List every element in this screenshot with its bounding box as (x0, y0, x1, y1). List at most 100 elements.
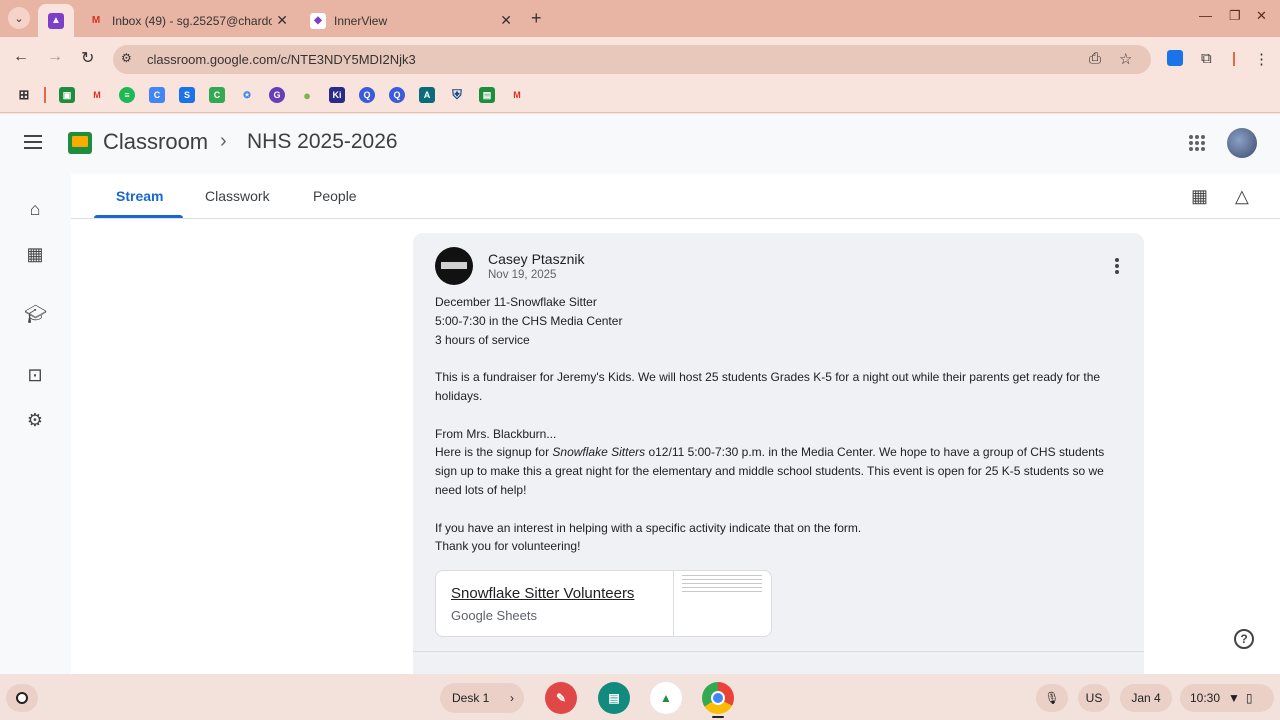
post-line: December 11-Snowflake Sitter (435, 295, 597, 309)
q-bookmark-icon[interactable]: Q (359, 87, 375, 103)
classroom-app: Classroom › NHS 2025-2026 ⌂ ▦ 🎓︎ ⊡ ⚙ Str… (0, 114, 1280, 674)
active-app-indicator (712, 716, 724, 718)
input-method[interactable]: US (1078, 684, 1110, 712)
g-bookmark-icon[interactable]: G (269, 87, 285, 103)
post-line: 5:00-7:30 in the CHS Media Center (435, 313, 623, 328)
app-header: Classroom › NHS 2025-2026 (0, 114, 1280, 174)
chrome-app-icon[interactable] (702, 682, 734, 714)
spotify-bookmark-icon[interactable]: ≡ (119, 87, 135, 103)
close-tab-icon[interactable]: ✕ (500, 12, 512, 29)
tab-classwork[interactable]: Classwork (205, 188, 270, 204)
more-options-icon[interactable] (1115, 258, 1119, 274)
microphone-icon[interactable]: 🎙︎ (1036, 684, 1068, 712)
settings-icon[interactable]: ⚙ (24, 410, 46, 431)
post-line: 3 hours of service (435, 332, 530, 347)
attachment-card[interactable]: Snowflake Sitter Volunteers Google Sheet… (435, 570, 772, 637)
canvas-app-icon[interactable]: ✎ (545, 682, 577, 714)
author-avatar (435, 247, 473, 285)
s-bookmark-icon[interactable]: S (179, 87, 195, 103)
desk-switcher[interactable]: Desk 1 › (440, 683, 524, 713)
chevron-right-icon: › (220, 130, 227, 152)
attachment-type: Google Sheets (451, 608, 538, 623)
tab-people[interactable]: People (313, 188, 357, 204)
status-tray[interactable]: 10:30 ▼ ▯ (1180, 684, 1274, 712)
c-green-bookmark-icon[interactable]: C (209, 87, 225, 103)
date-tray[interactable]: Jan 4 (1120, 684, 1172, 712)
side-rail: ⌂ ▦ 🎓︎ ⊡ ⚙ (0, 174, 70, 674)
shield-bookmark-icon[interactable]: ⛨ (449, 87, 465, 103)
tab-stream[interactable]: Stream (116, 188, 163, 204)
google-apps-icon[interactable] (1189, 135, 1205, 151)
post-line: Thank you for volunteering! (435, 539, 581, 554)
restore-icon[interactable]: ❐ (1229, 8, 1241, 24)
a-bookmark-icon[interactable]: A (419, 87, 435, 103)
forward-icon[interactable]: → (47, 48, 63, 66)
tab-strip: ⌄ ▲ M Inbox (49) - sg.25257@chardo ✕ ◆ I… (0, 0, 1280, 37)
attachment-thumbnail[interactable] (673, 571, 772, 636)
wifi-icon: ▼ (1228, 691, 1240, 705)
ki-bookmark-icon[interactable]: Ki (329, 87, 345, 103)
url-text[interactable]: classroom.google.com/c/NTE3NDY5MDI2Njk3 (147, 52, 416, 67)
tab-title: InnerView (334, 13, 388, 28)
tab-search-dropdown-icon[interactable]: ⌄ (8, 7, 30, 29)
classroom-app-icon[interactable]: ▤ (598, 682, 630, 714)
launcher-icon[interactable] (6, 684, 38, 712)
attachment-title[interactable]: Snowflake Sitter Volunteers (451, 585, 634, 602)
sense-bookmark-icon[interactable]: ✪ (239, 87, 255, 103)
tab-classroom[interactable]: ▲ (38, 4, 74, 37)
main-menu-icon[interactable] (24, 135, 42, 149)
home-icon[interactable]: ⌂ (24, 199, 46, 220)
pear-bookmark-icon[interactable]: ● (299, 87, 315, 103)
back-icon[interactable]: ← (13, 48, 29, 66)
enrolled-classes-icon[interactable]: 🎓︎ (24, 304, 47, 325)
google-drive-icon[interactable]: △ (1235, 186, 1249, 207)
date-label: Jan 4 (1131, 691, 1161, 705)
battery-icon: ▯ (1245, 691, 1253, 705)
help-icon[interactable]: ? (1234, 629, 1254, 649)
archive-icon[interactable]: ⊡ (24, 365, 46, 386)
tab-innerview[interactable]: ◆ InnerView ✕ (310, 4, 522, 37)
google-drive-app-icon[interactable]: ▲ (650, 682, 682, 714)
c-bookmark-icon[interactable]: C (149, 87, 165, 103)
separator (44, 87, 46, 103)
book-bookmark-icon[interactable]: ▤ (479, 87, 495, 103)
classroom-bookmark-icon[interactable]: ▣ (59, 87, 75, 103)
class-tabs: Stream Classwork People ▦ △ (71, 174, 1280, 219)
q2-bookmark-icon[interactable]: Q (389, 87, 405, 103)
close-window-icon[interactable]: ✕ (1256, 8, 1267, 24)
apps-grid-bookmark-icon[interactable]: ⊞ (16, 87, 32, 103)
app-title[interactable]: Classroom (103, 129, 208, 155)
tab-inbox[interactable]: M Inbox (49) - sg.25257@chardo ✕ (88, 4, 298, 37)
event-name: Snowflake Sitters (552, 445, 646, 460)
site-info-icon[interactable]: ⚙ (121, 51, 132, 65)
classroom-logo-icon (68, 132, 92, 154)
classroom-favicon-icon: ▲ (48, 12, 64, 29)
new-tab-icon[interactable]: + (531, 8, 542, 29)
install-app-icon[interactable]: ⎙ (1089, 50, 1101, 67)
gmail2-bookmark-icon[interactable]: M (509, 87, 525, 103)
calendar-icon[interactable]: ▦ (1191, 186, 1208, 207)
gmail-bookmark-icon[interactable]: M (89, 87, 105, 103)
locale-label: US (1085, 691, 1103, 705)
profile-extension-icon[interactable] (1167, 50, 1183, 66)
reload-icon[interactable]: ↻ (81, 48, 94, 68)
menu-icon[interactable]: ⋮ (1254, 50, 1269, 68)
post-body: December 11-Snowflake Sitter 5:00-7:30 i… (435, 293, 1125, 556)
time-label: 10:30 (1190, 691, 1221, 705)
post-line: If you have an interest in helping with … (435, 520, 862, 535)
close-tab-icon[interactable]: ✕ (276, 12, 288, 29)
minimize-icon[interactable]: — (1199, 8, 1212, 23)
extensions-icon[interactable]: ⧉ (1201, 50, 1212, 67)
innerview-favicon-icon: ◆ (310, 12, 326, 29)
calendar-icon[interactable]: ▦ (24, 244, 46, 265)
announcement-card: Casey Ptasznik Nov 19, 2025 December 11-… (413, 233, 1144, 674)
address-bar[interactable]: ⚙ classroom.google.com/c/NTE3NDY5MDI2Njk… (113, 45, 1151, 74)
avatar[interactable] (1227, 128, 1257, 158)
class-title[interactable]: NHS 2025-2026 (247, 130, 398, 154)
bookmark-star-icon[interactable]: ☆ (1119, 50, 1132, 68)
post-line: From Mrs. Blackburn... (435, 426, 557, 441)
gmail-favicon-icon: M (91, 15, 101, 26)
